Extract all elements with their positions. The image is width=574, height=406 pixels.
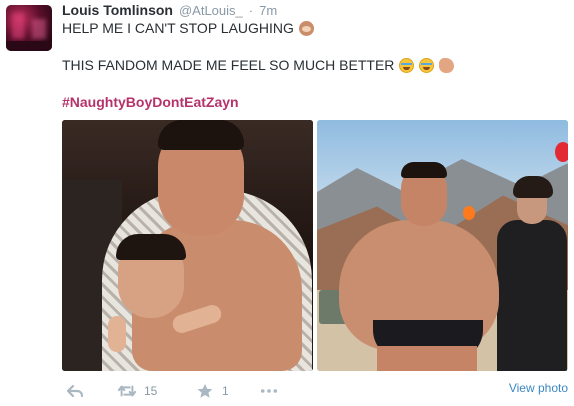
- left-photo[interactable]: [62, 120, 313, 371]
- tweet-header: Louis Tomlinson @AtLouis_ · 7m: [62, 2, 277, 18]
- separator-dot: ·: [248, 3, 254, 18]
- right-photo[interactable]: [317, 120, 568, 371]
- second-man-hair: [513, 176, 553, 198]
- tweet-text: HELP ME I CAN'T STOP LAUGHING: [62, 20, 294, 36]
- retweet-button[interactable]: 15: [118, 383, 157, 399]
- reply-button[interactable]: [66, 383, 84, 399]
- view-photo-link[interactable]: View photo: [509, 381, 568, 395]
- tweet-text-line-2: THIS FANDOM MADE ME FEEL SO MUCH BETTER: [62, 57, 455, 73]
- more-button[interactable]: [260, 383, 278, 399]
- tweet-text: THIS FANDOM MADE ME FEEL SO MUCH BETTER: [62, 57, 395, 73]
- retweet-icon: [118, 385, 136, 397]
- sumo-hair: [401, 162, 447, 178]
- clapping-hands-emoji: [439, 57, 455, 73]
- reply-icon: [66, 384, 84, 398]
- favorite-star-icon: [197, 384, 213, 398]
- sumo-legs: [377, 346, 477, 371]
- favorite-button[interactable]: 1: [196, 383, 229, 399]
- orange-balloon: [463, 206, 475, 220]
- timestamp[interactable]: 7m: [259, 3, 277, 18]
- see-no-evil-monkey-emoji: [298, 20, 314, 36]
- tears-of-joy-emoji: [419, 57, 435, 73]
- display-name[interactable]: Louis Tomlinson: [62, 2, 173, 18]
- avatar-stage: [6, 41, 52, 51]
- man-hair: [158, 120, 244, 150]
- avatar-light: [32, 19, 46, 39]
- avatar-light: [12, 13, 24, 39]
- red-balloon: [555, 142, 568, 162]
- tweet-text-line-1: HELP ME I CAN'T STOP LAUGHING: [62, 20, 314, 36]
- favorite-count: 1: [222, 384, 229, 398]
- retweet-count: 15: [144, 384, 158, 398]
- tears-of-joy-emoji: [399, 57, 415, 73]
- tweet-actions: 15 1 View photo: [62, 381, 568, 403]
- baby-hair: [116, 234, 186, 260]
- second-man-body: [497, 220, 567, 371]
- more-dots-icon: [260, 389, 278, 393]
- user-handle[interactable]: @AtLouis_: [179, 3, 243, 18]
- baby-arm: [108, 316, 126, 352]
- avatar[interactable]: [6, 5, 52, 51]
- hashtag-link[interactable]: #NaughtyBoyDontEatZayn: [62, 94, 239, 110]
